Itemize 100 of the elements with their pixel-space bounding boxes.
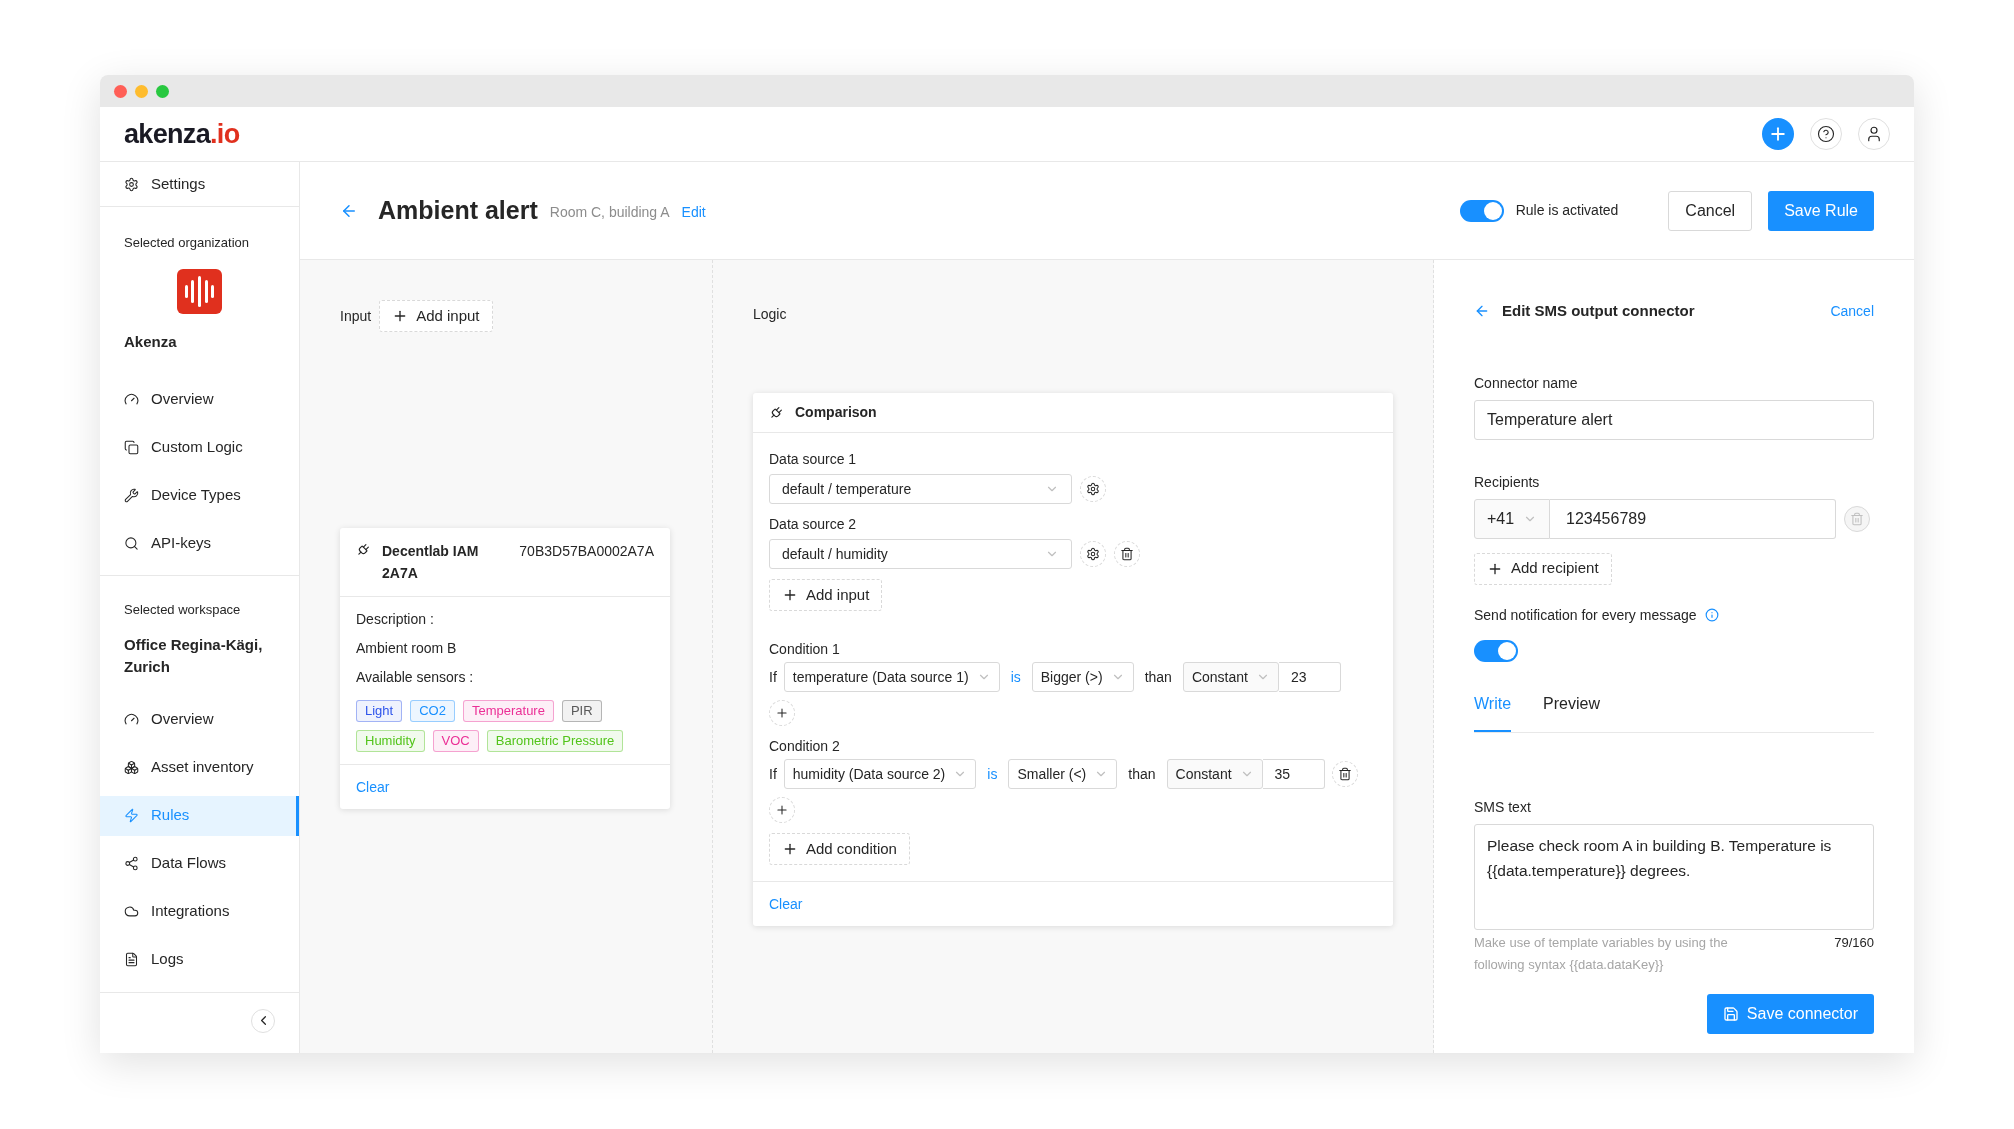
- save-icon: [1722, 1005, 1739, 1022]
- add-condition-button[interactable]: Add condition: [769, 833, 910, 865]
- sms-text-field[interactable]: Please check room A in building B. Temperature is {{data.temperature}} degrees.: [1474, 823, 1874, 930]
- than-label: than: [1127, 764, 1157, 784]
- toggle-switch[interactable]: [1474, 639, 1518, 662]
- workspace-name: Office Regina-Kägi, Zurich: [123, 634, 264, 677]
- section-label: Selected organization: [123, 234, 251, 252]
- hint-text: Make use of template variables by using the following syntax {{data.dataKey}}: [1474, 933, 1729, 974]
- plus-icon: [775, 706, 789, 720]
- section-label: Selected workspace: [123, 601, 242, 619]
- select-field[interactable]: Bigger (>): [1031, 662, 1134, 692]
- device-description: Ambient room B: [356, 639, 458, 658]
- device-id: 70B3D57BA0002A7A: [519, 542, 654, 561]
- character-counter: 79/160: [1834, 933, 1874, 952]
- add-button[interactable]: [1762, 118, 1794, 150]
- field-label: Recipients: [1474, 472, 1541, 492]
- add-button[interactable]: [769, 700, 795, 726]
- delete-button[interactable]: [1114, 541, 1140, 567]
- plus-icon: [775, 803, 789, 817]
- sidebar-item[interactable]: Asset inventory: [100, 747, 299, 788]
- sensor-tag: CO2: [410, 700, 455, 722]
- gear-icon: [1086, 547, 1100, 561]
- add-button[interactable]: [769, 797, 795, 823]
- page-subtitle: Room C, building A: [549, 203, 670, 222]
- phone-number-field[interactable]: 123456789: [1550, 498, 1836, 539]
- sensor-tag: VOC: [432, 730, 479, 752]
- select-field[interactable]: Constant: [1182, 662, 1279, 692]
- field-label: Condition 2: [769, 737, 841, 756]
- card-title: Comparison: [795, 403, 877, 422]
- gear-icon: [1086, 482, 1100, 496]
- column-label: Input: [340, 306, 372, 326]
- logo[interactable]: akenza.io: [124, 113, 240, 155]
- trash-icon: [1337, 767, 1352, 781]
- sensor-tag: PIR: [561, 700, 602, 722]
- sidebar-item[interactable]: API-keys: [100, 523, 299, 563]
- sensor-tag: Humidity: [356, 730, 425, 752]
- sidebar-item[interactable]: Integrations: [100, 891, 299, 932]
- panel-title: Edit SMS output connector: [1502, 301, 1695, 321]
- connector-name-field[interactable]: Temperature alert: [1474, 399, 1874, 440]
- select-field[interactable]: default / humidity: [769, 539, 1072, 569]
- is-label: is: [986, 764, 999, 784]
- column-label: Logic: [753, 305, 788, 324]
- device-name: Decentlab IAM 2A7A: [382, 542, 480, 583]
- field-label: Description :: [356, 610, 435, 629]
- than-label: than: [1143, 667, 1173, 687]
- country-code-select[interactable]: +41: [1474, 498, 1550, 539]
- trash-icon: [1120, 547, 1134, 561]
- select-field[interactable]: humidity (Data source 2): [783, 759, 977, 789]
- value-field[interactable]: 35: [1262, 759, 1325, 789]
- settings-button[interactable]: [1080, 541, 1106, 567]
- cancel-button[interactable]: Cancel: [1668, 190, 1753, 231]
- plus-icon: [782, 587, 798, 603]
- add-input-button[interactable]: Add input: [379, 300, 493, 332]
- sidebar-item[interactable]: Overview: [100, 699, 299, 740]
- add-input-button[interactable]: Add input: [769, 579, 883, 611]
- wrench-icon: [124, 487, 139, 503]
- sensor-tag: Light: [356, 700, 403, 722]
- plus-icon: [1768, 124, 1788, 144]
- add-recipient-button[interactable]: Add recipient: [1474, 552, 1612, 585]
- if-label: If: [769, 667, 777, 687]
- document-icon: [124, 952, 139, 967]
- sensor-tag: Barometric Pressure: [486, 730, 624, 752]
- sensor-tag: Temperature: [462, 700, 554, 722]
- share-icon: [124, 856, 139, 871]
- search-icon: [124, 535, 139, 551]
- sidebar-item[interactable]: Overview: [100, 379, 299, 419]
- page-title: Ambient alert: [378, 194, 538, 226]
- help-icon: [1817, 125, 1835, 143]
- settings-button[interactable]: [1080, 476, 1106, 502]
- plus-icon: [782, 841, 798, 857]
- lightning-icon: [124, 808, 139, 823]
- field-label: Condition 1: [769, 640, 841, 659]
- sidebar-item[interactable]: Custom Logic: [100, 427, 299, 467]
- gauge-icon: [124, 391, 139, 407]
- sidebar-item[interactable]: Data Flows: [100, 843, 299, 884]
- gauge-icon: [124, 712, 139, 727]
- sidebar-item[interactable]: Device Types: [100, 475, 299, 515]
- select-field[interactable]: default / temperature: [769, 474, 1072, 504]
- select-field[interactable]: Smaller (<): [1008, 759, 1118, 789]
- organization-name: Akenza: [123, 331, 178, 352]
- value-field[interactable]: 23: [1278, 662, 1341, 692]
- settings-icon: [124, 176, 139, 192]
- tab[interactable]: Preview: [1543, 691, 1600, 732]
- field-label: Data source 1: [769, 450, 858, 469]
- field-label: Data source 2: [769, 515, 858, 534]
- toggle-label: Rule is activated: [1515, 201, 1619, 220]
- info-icon[interactable]: [1704, 608, 1719, 622]
- field-label: Connector name: [1474, 373, 1579, 393]
- sidebar-item[interactable]: Logs: [100, 939, 299, 980]
- field-label: SMS text: [1474, 797, 1532, 817]
- select-field[interactable]: temperature (Data source 1): [783, 662, 1000, 692]
- select-field[interactable]: Constant: [1166, 759, 1263, 789]
- is-label: is: [1009, 667, 1022, 687]
- if-label: If: [769, 764, 777, 784]
- user-icon: [1865, 125, 1883, 143]
- cloud-icon: [124, 904, 139, 919]
- field-label: Available sensors :: [356, 668, 475, 687]
- organization-logo: [177, 268, 222, 314]
- sidebar-item[interactable]: Settings: [100, 162, 299, 207]
- toggle-switch[interactable]: [1459, 199, 1504, 222]
